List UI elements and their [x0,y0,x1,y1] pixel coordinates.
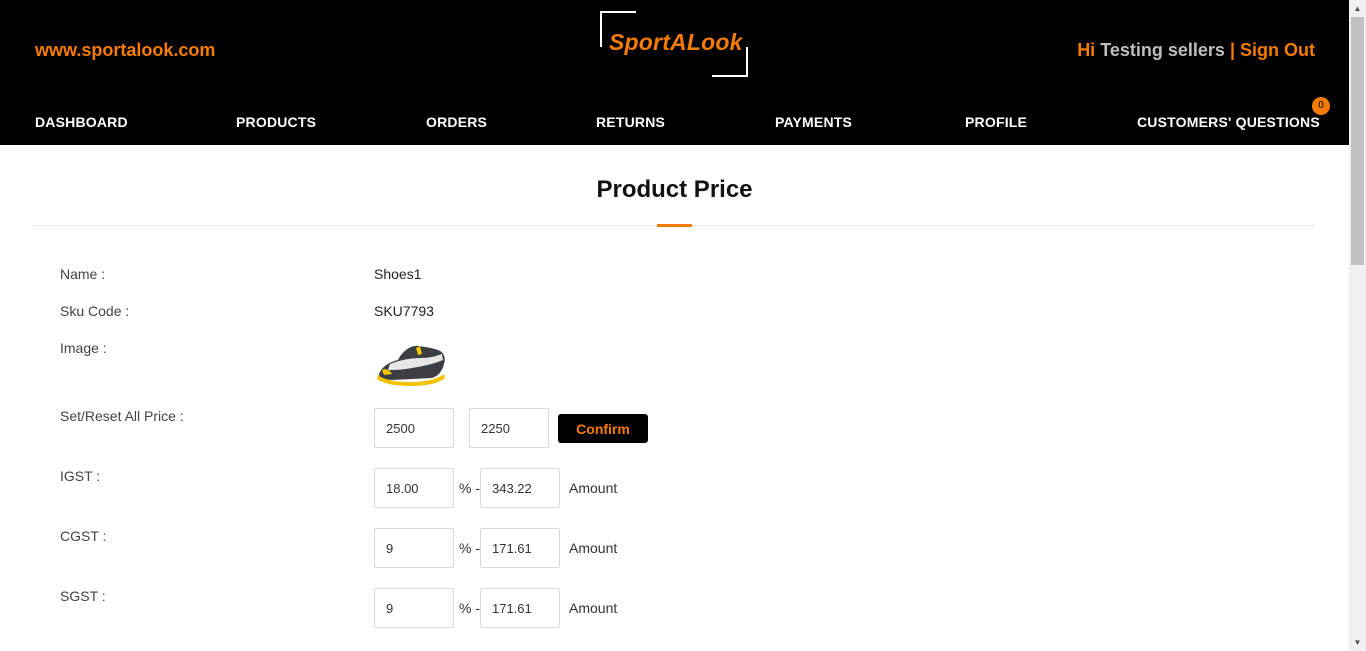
user-area: Hi Testing sellers | Sign Out [1077,40,1315,61]
logo-text: SportALook [609,29,743,55]
product-sku: SKU7793 [374,303,434,319]
name-label: Name : [60,266,106,282]
sgst-amount-input[interactable] [480,588,560,628]
sgst-percent-sep: % - [459,600,480,616]
nav-payments[interactable]: PAYMENTS [775,114,852,130]
igst-amount-label: Amount [569,480,618,496]
user-separator: | [1229,40,1235,60]
cgst-amount-label: Amount [569,540,618,556]
scroll-down-icon[interactable]: ▼ [1349,634,1366,651]
nav-products[interactable]: PRODUCTS [236,114,316,130]
cgst-percent-input[interactable] [374,528,454,568]
cgst-percent-sep: % - [459,540,480,556]
page-title: Product Price [596,176,753,203]
igst-percent-sep: % - [459,480,480,496]
cgst-amount-input[interactable] [480,528,560,568]
vertical-scrollbar[interactable]: ▲ ▼ [1349,0,1366,651]
sgst-percent-input[interactable] [374,588,454,628]
user-name: Testing sellers [1100,40,1225,60]
selling-price-input[interactable] [469,408,549,448]
sgst-label: SGST : [60,588,106,604]
questions-count-badge: 0 [1312,97,1330,115]
product-image [377,345,445,386]
nav-profile[interactable]: PROFILE [965,114,1027,130]
image-label: Image : [60,340,107,356]
cgst-label: CGST : [60,528,107,544]
site-url-link[interactable]: www.sportalook.com [35,40,215,61]
nav-customers-questions[interactable]: CUSTOMERS' QUESTIONS [1137,114,1320,130]
sign-out-link[interactable]: Sign Out [1240,40,1315,60]
scroll-up-icon[interactable]: ▲ [1349,0,1366,17]
page: www.sportalook.com SportALook Hi Testing… [0,0,1349,651]
logo[interactable]: SportALook [600,11,750,77]
title-accent-bar [657,224,692,227]
scroll-thumb[interactable] [1351,17,1364,265]
igst-percent-input[interactable] [374,468,454,508]
header: www.sportalook.com SportALook Hi Testing… [0,0,1349,145]
igst-amount-input[interactable] [480,468,560,508]
igst-label: IGST : [60,468,101,484]
nav-returns[interactable]: RETURNS [596,114,665,130]
nav-orders[interactable]: ORDERS [426,114,487,130]
nav-dashboard[interactable]: DASHBOARD [35,114,128,130]
mrp-price-input[interactable] [374,408,454,448]
confirm-button[interactable]: Confirm [558,414,648,443]
sgst-amount-label: Amount [569,600,618,616]
product-name: Shoes1 [374,266,422,282]
sku-label: Sku Code : [60,303,130,319]
greeting: Hi [1077,40,1096,60]
set-reset-label: Set/Reset All Price : [60,408,184,424]
main-nav: DASHBOARD PRODUCTS ORDERS RETURNS PAYMEN… [0,98,1349,145]
